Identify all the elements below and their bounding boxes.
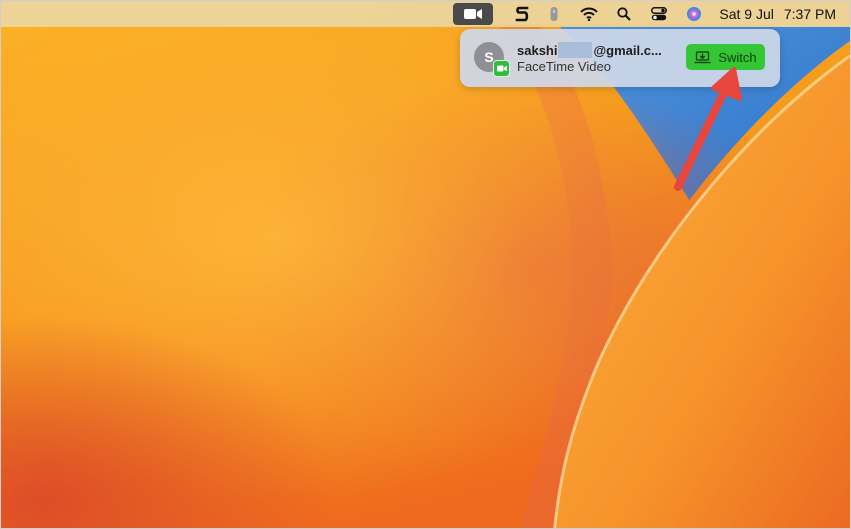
caller-prefix: sakshi xyxy=(517,43,558,58)
call-type-label: FaceTime Video xyxy=(517,59,611,74)
caller-suffix: @gmail.c... xyxy=(593,43,662,58)
search-icon[interactable] xyxy=(611,3,637,25)
s-app-icon[interactable] xyxy=(511,3,533,25)
menubar-time[interactable]: 7:37 PM xyxy=(784,3,836,25)
switch-label: Switch xyxy=(718,49,757,65)
facetime-badge-icon xyxy=(493,60,510,77)
facetime-handoff-notification[interactable]: S sakshi @gmail.c... FaceTime Video Switc… xyxy=(460,29,780,87)
facetime-menu-icon[interactable] xyxy=(453,3,494,25)
desktop: Sat 9 Jul 7:37 PM S sakshi @gmail.c... Fa… xyxy=(0,0,851,529)
battery-icon[interactable] xyxy=(541,3,567,25)
switch-button[interactable]: Switch xyxy=(686,44,765,70)
control-center-icon[interactable] xyxy=(645,3,673,25)
caller-name: sakshi @gmail.c... xyxy=(517,42,662,58)
menubar-date[interactable]: Sat 9 Jul xyxy=(719,3,773,25)
wifi-icon[interactable] xyxy=(575,3,603,25)
menu-bar: Sat 9 Jul 7:37 PM xyxy=(1,1,850,27)
siri-icon[interactable] xyxy=(681,3,707,25)
handoff-icon xyxy=(694,50,711,63)
redaction-block xyxy=(558,42,593,58)
